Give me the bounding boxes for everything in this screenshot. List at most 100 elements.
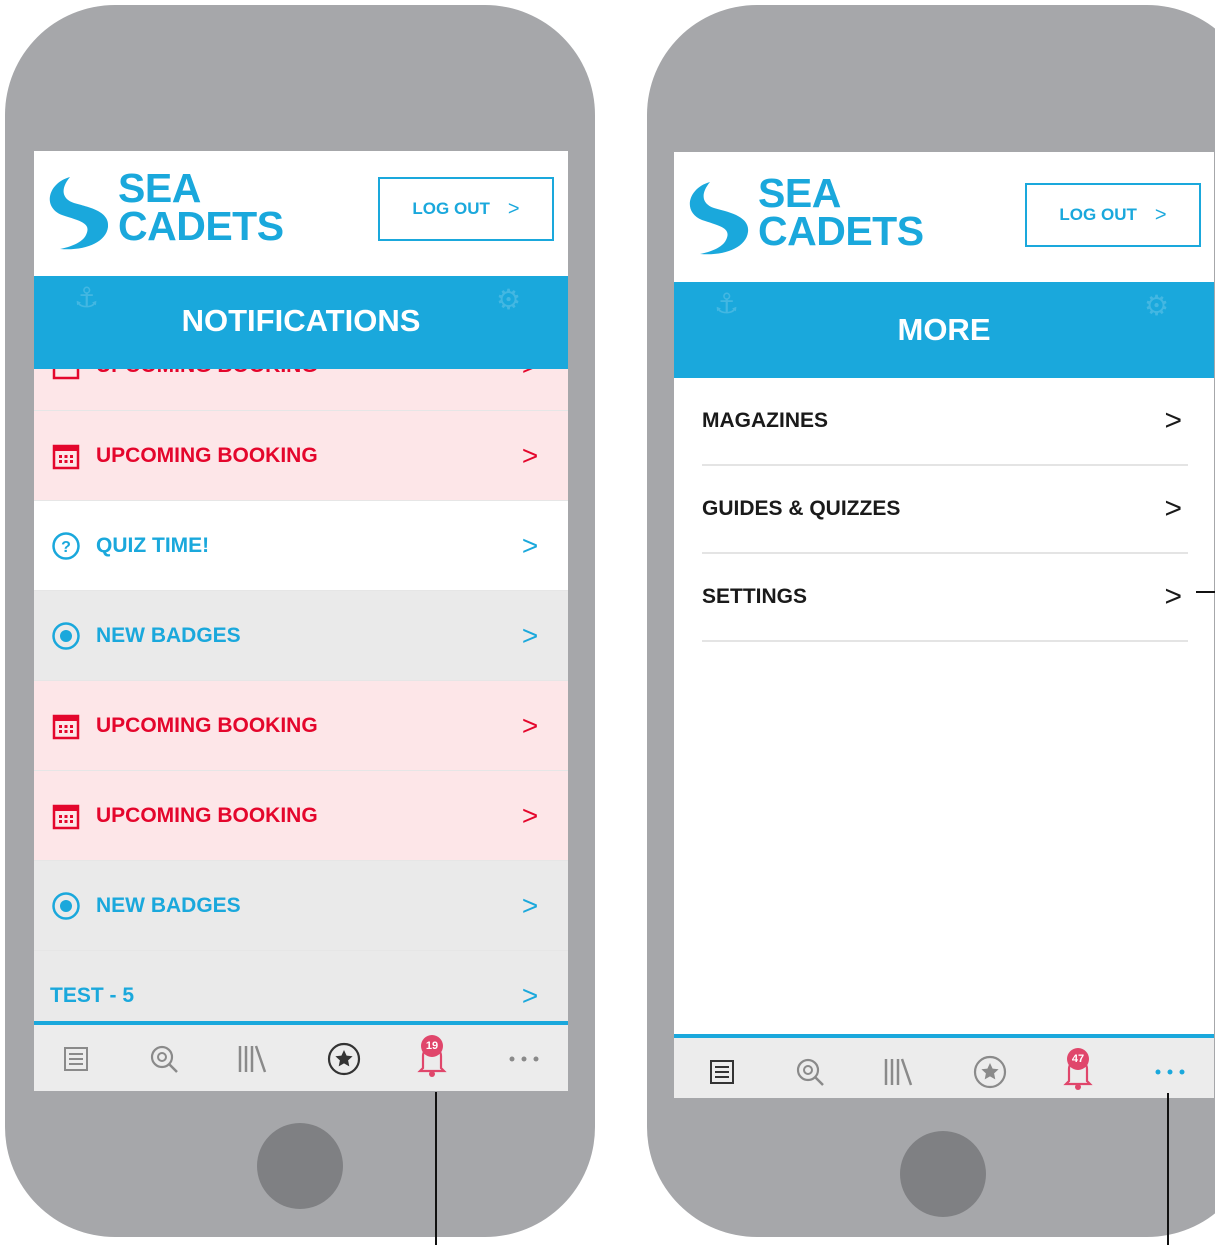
tab-more[interactable] <box>1150 1052 1190 1092</box>
sea-cadets-logo: SEA CADETS <box>680 170 950 264</box>
search-icon <box>796 1058 824 1086</box>
library-icon <box>238 1045 267 1073</box>
list-item[interactable]: NEW BADGES > <box>34 591 568 681</box>
tab-notifications[interactable]: 47 <box>1058 1048 1098 1092</box>
tab-library[interactable] <box>878 1052 918 1092</box>
chevron-right-icon: > <box>521 979 539 1011</box>
tab-bar: 47 <box>674 1034 1214 1098</box>
list-item[interactable]: UPCOMING BOOKING > <box>34 369 568 411</box>
list-item[interactable]: UPCOMING BOOKING > <box>34 681 568 771</box>
notifications-list[interactable]: UPCOMING BOOKING > UPCOMING BOOKING > ? … <box>34 369 568 1021</box>
logout-button[interactable]: LOG OUT > <box>378 177 554 241</box>
logo-text-sea: SEA <box>758 170 841 216</box>
page-title: NOTIFICATIONS <box>181 303 421 338</box>
badge-icon <box>50 890 82 922</box>
more-dots-icon <box>509 1056 539 1062</box>
list-item-label: UPCOMING BOOKING <box>96 443 318 467</box>
tab-search[interactable] <box>790 1052 830 1092</box>
chevron-right-icon: > <box>1154 203 1167 226</box>
tab-search[interactable] <box>144 1039 184 1079</box>
library-icon <box>884 1058 913 1086</box>
chevron-right-icon: > <box>1164 492 1182 525</box>
list-item-label: UPCOMING BOOKING <box>96 713 318 737</box>
tab-bar: 19 <box>34 1021 568 1091</box>
decor-anchor-icon: ⚓ <box>74 282 100 313</box>
logo-text-cadets: CADETS <box>758 208 924 254</box>
notification-count-badge: 47 <box>1067 1048 1089 1070</box>
chevron-right-icon: > <box>521 619 539 651</box>
chevron-right-icon: > <box>518 369 542 382</box>
app-header: SEA CADETS LOG OUT > <box>34 151 568 276</box>
list-item[interactable]: NEW BADGES > <box>34 861 568 951</box>
decor-gear-icon: ⚙ <box>496 284 522 315</box>
callout-line-settings <box>1196 591 1215 593</box>
callout-line-more <box>1167 1093 1169 1245</box>
star-icon <box>327 1042 361 1076</box>
list-item[interactable]: UPCOMING BOOKING > <box>34 771 568 861</box>
tab-notifications[interactable]: 19 <box>412 1035 452 1079</box>
list-item-label: QUIZ TIME! <box>96 533 210 557</box>
app-header: SEA CADETS LOG OUT > <box>674 152 1214 282</box>
question-icon: ? <box>50 530 82 562</box>
svg-text:?: ? <box>61 539 71 556</box>
menu-item-label: GUIDES & QUIZZES <box>702 497 901 520</box>
decor-anchor-icon: ⚓ <box>714 288 740 319</box>
chevron-right-icon: > <box>521 889 539 921</box>
badge-icon <box>50 620 82 652</box>
sea-cadets-logo: SEA CADETS <box>40 165 310 259</box>
list-icon <box>710 1060 734 1084</box>
calendar-icon <box>50 369 82 382</box>
chevron-right-icon: > <box>507 197 520 220</box>
search-icon <box>150 1045 178 1073</box>
chevron-right-icon: > <box>1164 404 1182 437</box>
tab-news[interactable] <box>56 1039 96 1079</box>
tab-badges[interactable] <box>324 1039 364 1079</box>
home-button[interactable] <box>257 1123 343 1209</box>
list-item-label: UPCOMING BOOKING <box>96 803 318 827</box>
chevron-right-icon: > <box>521 709 539 741</box>
callout-line-notifications <box>435 1092 437 1245</box>
tab-news[interactable] <box>702 1052 742 1092</box>
tab-library[interactable] <box>232 1039 272 1079</box>
star-icon <box>973 1055 1007 1089</box>
menu-item-guides-quizzes[interactable]: GUIDES & QUIZZES > <box>702 466 1188 554</box>
notification-count-badge: 19 <box>421 1035 443 1057</box>
logout-label: LOG OUT <box>412 199 490 218</box>
phone-frame-notifications: SEA CADETS LOG OUT > ⚓ ⚙ NOTIFICATIONS UP… <box>5 5 595 1237</box>
more-menu: MAGAZINES > GUIDES & QUIZZES > SETTINGS … <box>702 378 1188 642</box>
list-item-label: TEST - 5 <box>50 983 135 1007</box>
tab-badges[interactable] <box>970 1052 1010 1092</box>
list-item[interactable]: UPCOMING BOOKING > <box>34 411 568 501</box>
logo-text-sea: SEA <box>118 165 201 211</box>
logo-text-cadets: CADETS <box>118 203 284 249</box>
calendar-icon <box>50 440 82 472</box>
calendar-icon <box>50 710 82 742</box>
chevron-right-icon: > <box>521 799 539 831</box>
home-button[interactable] <box>900 1131 986 1217</box>
list-item[interactable]: ? QUIZ TIME! > <box>34 501 568 591</box>
list-icon <box>64 1047 88 1071</box>
list-item[interactable]: TEST - 5 > <box>34 951 568 1021</box>
list-item-label: NEW BADGES <box>96 623 241 647</box>
notifications-screen: SEA CADETS LOG OUT > ⚓ ⚙ NOTIFICATIONS UP… <box>34 151 568 1091</box>
page-title: MORE <box>897 312 991 347</box>
phone-frame-more: SEA CADETS LOG OUT > ⚓ ⚙ MORE MAGAZINES >… <box>647 5 1215 1237</box>
chevron-right-icon: > <box>1164 580 1182 613</box>
menu-item-settings[interactable]: SETTINGS > <box>702 554 1188 642</box>
more-dots-icon <box>1155 1069 1185 1075</box>
menu-item-label: MAGAZINES <box>702 409 828 432</box>
decor-gear-icon: ⚙ <box>1144 290 1170 321</box>
page-title-band: ⚓ ⚙ MORE <box>674 282 1214 378</box>
menu-item-magazines[interactable]: MAGAZINES > <box>702 378 1188 466</box>
chevron-right-icon: > <box>521 439 539 471</box>
logout-button[interactable]: LOG OUT > <box>1025 183 1201 247</box>
chevron-right-icon: > <box>521 529 539 561</box>
calendar-icon <box>50 800 82 832</box>
logout-label: LOG OUT <box>1059 205 1137 224</box>
tab-more[interactable] <box>504 1039 544 1079</box>
list-item-label: NEW BADGES <box>96 893 241 917</box>
more-screen: SEA CADETS LOG OUT > ⚓ ⚙ MORE MAGAZINES >… <box>674 152 1214 1098</box>
menu-item-label: SETTINGS <box>702 585 808 608</box>
page-title-band: ⚓ ⚙ NOTIFICATIONS <box>34 276 568 369</box>
list-item-label: UPCOMING BOOKING <box>96 369 518 378</box>
